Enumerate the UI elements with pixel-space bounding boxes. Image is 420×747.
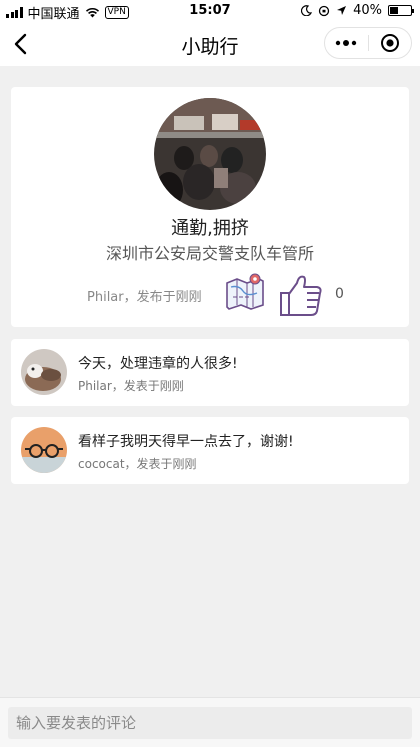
status-bar: 中国联通 VPN 15:07 40% (0, 0, 420, 22)
comment-text: 看样子我明天得早一点去了，谢谢! (78, 434, 294, 450)
post-meta: Philar，发布于刚刚 (87, 290, 202, 305)
comment-item: 今天，处理违章的人很多! Philar，发表于刚刚 (11, 339, 409, 406)
crowd-photo-icon (154, 98, 266, 210)
avatar (21, 349, 67, 395)
close-mini-program-button[interactable] (369, 28, 412, 58)
status-right: 40% (301, 3, 414, 18)
like-count: 0 (335, 286, 344, 302)
glasses-avatar-icon (21, 427, 67, 473)
comment-meta: Philar，发表于刚刚 (78, 379, 184, 393)
orientation-lock-icon (318, 5, 330, 16)
location-arrow-icon (337, 6, 347, 15)
comment-bar (0, 697, 420, 747)
post-location: 深圳市公安局交警支队车管所 (105, 244, 314, 263)
comment-meta: cococat，发表于刚刚 (78, 457, 197, 471)
comment-item: 看样子我明天得早一点去了，谢谢! cococat，发表于刚刚 (11, 417, 409, 484)
more-button[interactable] (325, 28, 368, 58)
cat-avatar-icon (21, 349, 67, 395)
thumbs-up-icon[interactable] (277, 271, 325, 319)
comment-input[interactable] (8, 707, 412, 739)
nav-bar: 小助行 (0, 22, 420, 66)
battery-icon (388, 5, 414, 16)
moon-icon (301, 5, 313, 16)
post-card: 通勤,拥挤 深圳市公安局交警支队车管所 Philar，发布于刚刚 0 (11, 87, 409, 327)
post-photo (154, 98, 266, 210)
mini-program-capsule (324, 27, 412, 59)
map-icon[interactable] (223, 271, 267, 315)
target-circle-icon (380, 34, 399, 52)
battery-percent: 40% (353, 3, 382, 18)
more-dots-icon (336, 40, 357, 46)
comment-text: 今天，处理违章的人很多! (78, 356, 238, 372)
avatar (21, 427, 67, 473)
post-title: 通勤,拥挤 (171, 218, 249, 239)
